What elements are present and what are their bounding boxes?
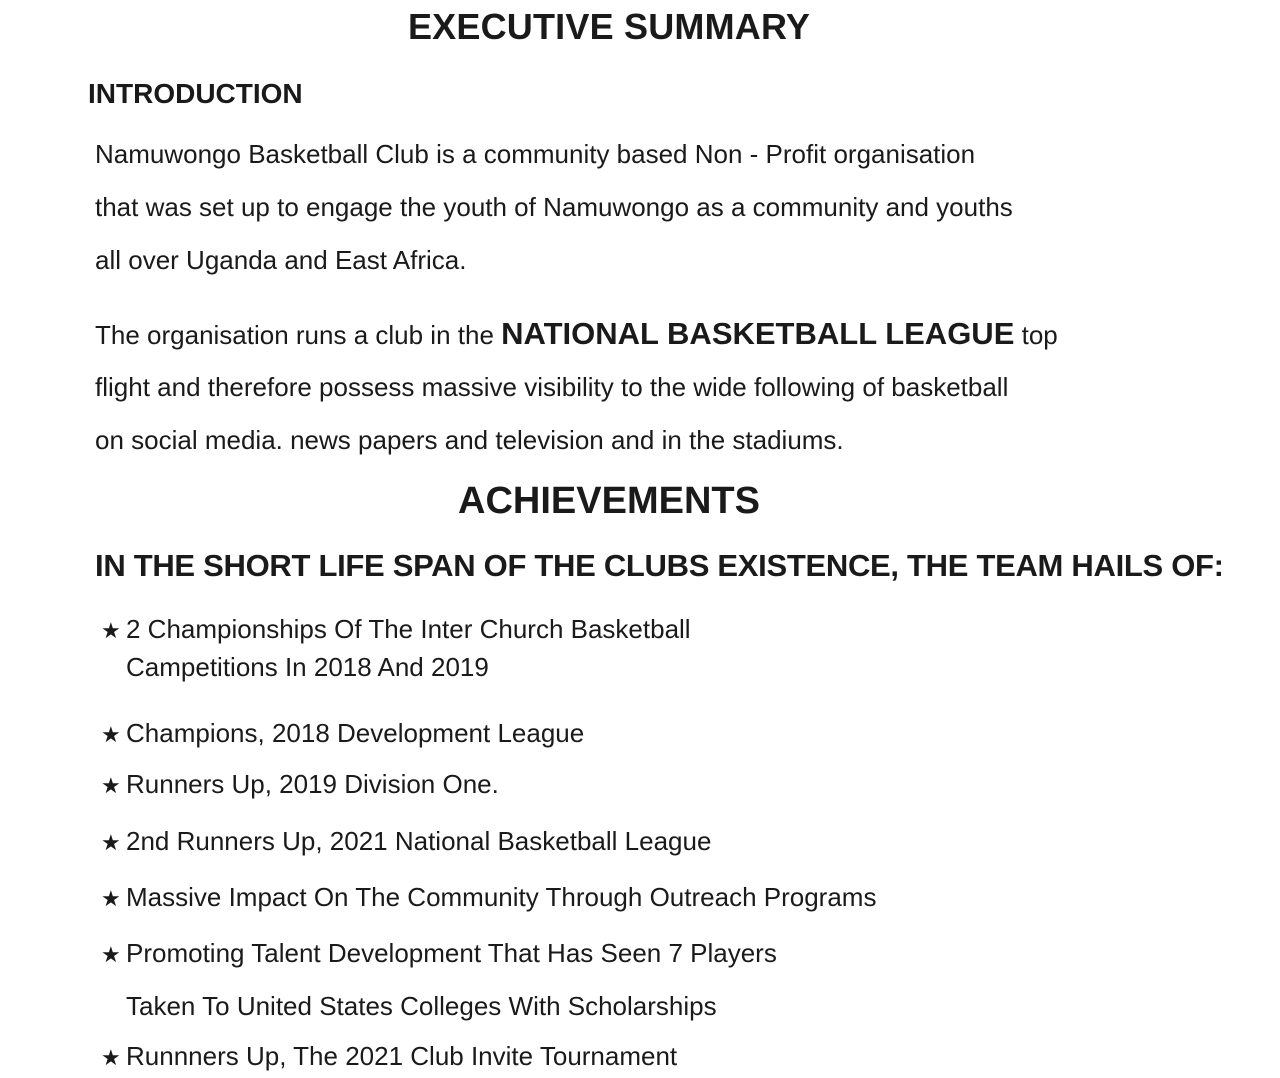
achievement-item: ★ Runners Up, 2019 Division One.	[101, 769, 499, 800]
achievement-item: ★ Runnners Up, The 2021 Club Invite Tourn…	[101, 1041, 677, 1072]
achievement-text: 2 Championships Of The Inter Church Bask…	[126, 614, 691, 644]
intro-paragraph-line: Namuwongo Basketball Club is a community…	[95, 139, 976, 169]
star-icon: ★	[101, 830, 121, 855]
achievement-item: ★ 2 Championships Of The Inter Church Bas…	[101, 614, 691, 645]
star-icon: ★	[101, 942, 121, 967]
introduction-heading: INTRODUCTION	[88, 78, 303, 109]
intro-paragraph-line: all over Uganda and East Africa.	[95, 245, 467, 275]
achievement-continuation: Campetitions In 2018 And 2019	[126, 652, 489, 682]
star-icon: ★	[101, 773, 121, 798]
league-paragraph-line: The organisation runs a club in the NATI…	[95, 316, 1058, 352]
star-icon: ★	[101, 618, 121, 643]
achievements-subheading: IN THE SHORT LIFE SPAN OF THE CLUBS EXIS…	[95, 548, 1224, 583]
league-text-after: top	[1014, 320, 1058, 350]
intro-paragraph-line: that was set up to engage the youth of N…	[95, 192, 1013, 222]
achievement-continuation: Taken To United States Colleges With Sch…	[126, 991, 717, 1021]
league-name-emphasis: NATIONAL BASKETBALL LEAGUE	[501, 316, 1015, 351]
star-icon: ★	[101, 886, 121, 911]
star-icon: ★	[101, 1045, 121, 1070]
star-icon: ★	[101, 722, 121, 747]
league-text-before: The organisation runs a club in the	[95, 320, 502, 350]
achievement-text: Massive Impact On The Community Through …	[126, 882, 877, 912]
achievement-item: ★ Promoting Talent Development That Has S…	[101, 938, 777, 969]
achievement-text: Champions, 2018 Development League	[126, 718, 585, 748]
achievement-text: Promoting Talent Development That Has Se…	[126, 938, 777, 968]
achievement-text: Runners Up, 2019 Division One.	[126, 769, 499, 799]
achievement-item: ★ 2nd Runners Up, 2021 National Basketbal…	[101, 826, 711, 857]
achievement-text: Runnners Up, The 2021 Club Invite Tourna…	[126, 1041, 678, 1071]
achievement-text: 2nd Runners Up, 2021 National Basketball…	[126, 826, 712, 856]
page-title: EXECUTIVE SUMMARY	[407, 6, 811, 47]
achievement-item: ★ Massive Impact On The Community Through…	[101, 882, 876, 913]
achievements-heading: ACHIEVEMENTS	[458, 480, 760, 522]
achievement-item: ★ Champions, 2018 Development League	[101, 718, 584, 749]
league-paragraph-line: flight and therefore possess massive vis…	[95, 372, 1009, 402]
league-paragraph-line: on social media. news papers and televis…	[95, 425, 844, 455]
